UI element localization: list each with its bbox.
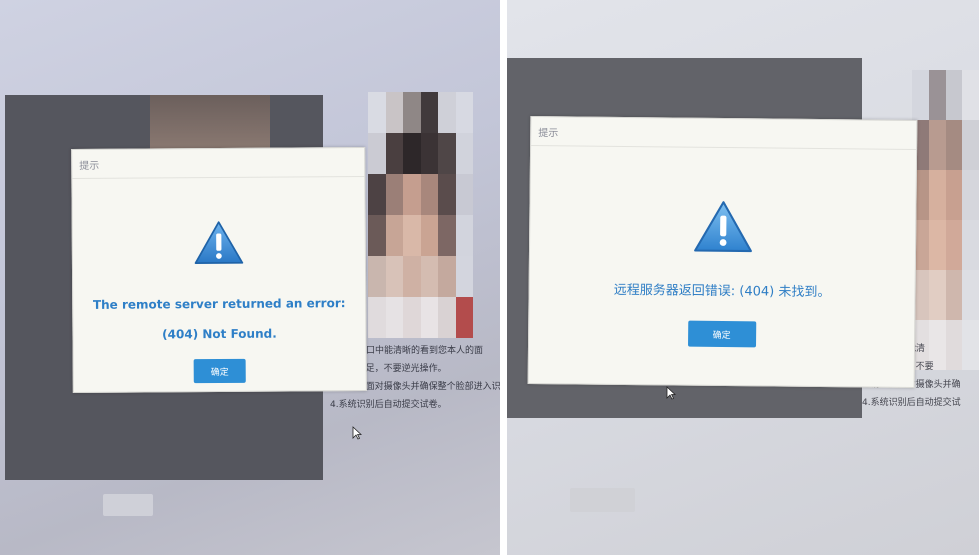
error-dialog: 提示 The remote server returned an error: … — [71, 146, 367, 394]
ok-button[interactable]: 确定 — [687, 320, 756, 348]
mouse-cursor-icon — [352, 426, 362, 440]
dialog-title: 提示 — [72, 147, 365, 180]
dialog-title: 提示 — [531, 116, 917, 151]
submit-button-faded[interactable] — [570, 488, 635, 512]
profile-photo-pixelated — [368, 92, 473, 338]
screenshot-photo-right: 左边窗口中能清 2.光源充足，不要 3.请正脸面对摄像头并确 4.系统识别后自动… — [507, 0, 979, 555]
error-message: The remote server returned an error: (40… — [92, 296, 346, 342]
profile-photo-pixelated — [912, 70, 979, 370]
ok-button[interactable]: 确定 — [193, 358, 246, 384]
submit-button-faded[interactable] — [103, 494, 153, 516]
camera-face-blurred — [150, 95, 270, 155]
screenshot-photo-left: 在左边窗口中能清晰的看到您本人的面 2.光源充足，不要逆光操作。 3.请正脸面对… — [0, 0, 500, 555]
error-message: 远程服务器返回错误: (404) 未找到。 — [613, 282, 831, 301]
warning-triangle-icon — [693, 201, 752, 253]
warning-triangle-icon — [194, 221, 244, 264]
instruction-line: 4.系统识别后自动提交试卷。 — [330, 400, 447, 410]
instruction-line: 4.系统识别后自动提交试 — [862, 398, 961, 408]
mouse-cursor-icon — [666, 386, 676, 400]
error-dialog: 提示 远程服务器返回错误: (404) 未找到。 确定 — [527, 115, 918, 389]
